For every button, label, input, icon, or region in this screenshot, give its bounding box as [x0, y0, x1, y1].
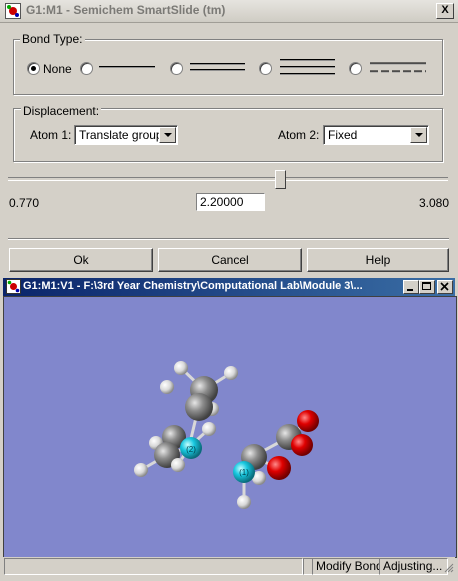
atom-label-1: (1) [239, 468, 249, 477]
bond-single-radio[interactable] [80, 62, 93, 75]
single-bond-icon [99, 66, 155, 69]
maximize-icon [422, 282, 431, 290]
double-bond-icon [190, 62, 245, 74]
displacement-legend: Displacement: [21, 104, 102, 118]
viewer-title-bar[interactable]: G1:M1:V1 - F:\3rd Year Chemistry\Computa… [3, 278, 455, 296]
cancel-button[interactable]: Cancel [158, 248, 302, 272]
atom1-select[interactable]: Translate group [74, 125, 178, 145]
viewer-title: G1:M1:V1 - F:\3rd Year Chemistry\Computa… [23, 280, 363, 292]
chevron-down-icon[interactable] [410, 127, 427, 143]
hydrogen-atom[interactable] [171, 458, 185, 472]
bond-none-radio[interactable] [27, 62, 40, 75]
slider-thumb[interactable] [275, 170, 287, 189]
hydrogen-atom[interactable] [160, 380, 174, 394]
triple-bond-icon [280, 58, 335, 76]
maximize-button[interactable] [419, 280, 435, 294]
ok-button[interactable]: Ok [9, 248, 153, 272]
carbon-atom[interactable] [185, 393, 213, 421]
slider-min-label: 0.770 [9, 196, 40, 210]
bond-double-radio[interactable] [170, 62, 183, 75]
hydrogen-atom[interactable] [134, 463, 148, 477]
dialog-title: G1:M1 - Semichem SmartSlide (tm) [26, 3, 226, 17]
status-bar: Modify Bond Adjusting... [3, 557, 455, 576]
divider [8, 238, 449, 240]
chevron-down-icon[interactable] [159, 127, 176, 143]
slider-track[interactable] [8, 177, 448, 181]
slider-max-label: 3.080 [419, 196, 450, 210]
dialog-title-bar[interactable]: G1:M1 - Semichem SmartSlide (tm) X [0, 0, 458, 23]
oxygen-atom[interactable] [267, 456, 291, 480]
partial-bond-icon [370, 62, 426, 73]
bond-triple-radio[interactable] [259, 62, 272, 75]
value-input[interactable]: 2.20000 [196, 193, 265, 211]
oxygen-atom[interactable] [291, 434, 313, 456]
status-cell-1 [4, 558, 303, 575]
close-icon [440, 282, 449, 291]
hydrogen-atom[interactable] [174, 361, 188, 375]
molecule-render[interactable]: (2) (1) [4, 297, 456, 557]
atom-label-2: (2) [186, 445, 196, 454]
oxygen-atom[interactable] [297, 410, 319, 432]
help-button[interactable]: Help [307, 248, 449, 272]
status-mode: Modify Bond [312, 558, 380, 575]
molecule-viewport[interactable]: (2) (1) [3, 296, 457, 558]
minimize-icon [407, 289, 413, 291]
close-icon: X [441, 4, 449, 16]
atom2-select[interactable]: Fixed [323, 125, 429, 145]
app-icon [5, 3, 21, 19]
atom1-value: Translate group [79, 128, 163, 142]
hydrogen-atom[interactable] [224, 366, 238, 380]
atom2-value: Fixed [328, 128, 358, 142]
viewer-app-icon [6, 279, 21, 294]
bond-partial-radio[interactable] [349, 62, 362, 75]
minimize-button[interactable] [403, 280, 419, 294]
viewer-close-button[interactable] [437, 280, 453, 294]
bond-none-label: None [43, 62, 72, 76]
status-state: Adjusting... [379, 558, 448, 575]
atom1-label: Atom 1: [30, 128, 72, 142]
close-button[interactable]: X [436, 3, 454, 19]
atom2-label: Atom 2: [278, 128, 320, 142]
bond-type-legend: Bond Type: [20, 32, 85, 46]
hydrogen-atom[interactable] [202, 422, 216, 436]
resize-grip-icon[interactable] [444, 563, 454, 573]
hydrogen-atom[interactable] [237, 495, 251, 509]
